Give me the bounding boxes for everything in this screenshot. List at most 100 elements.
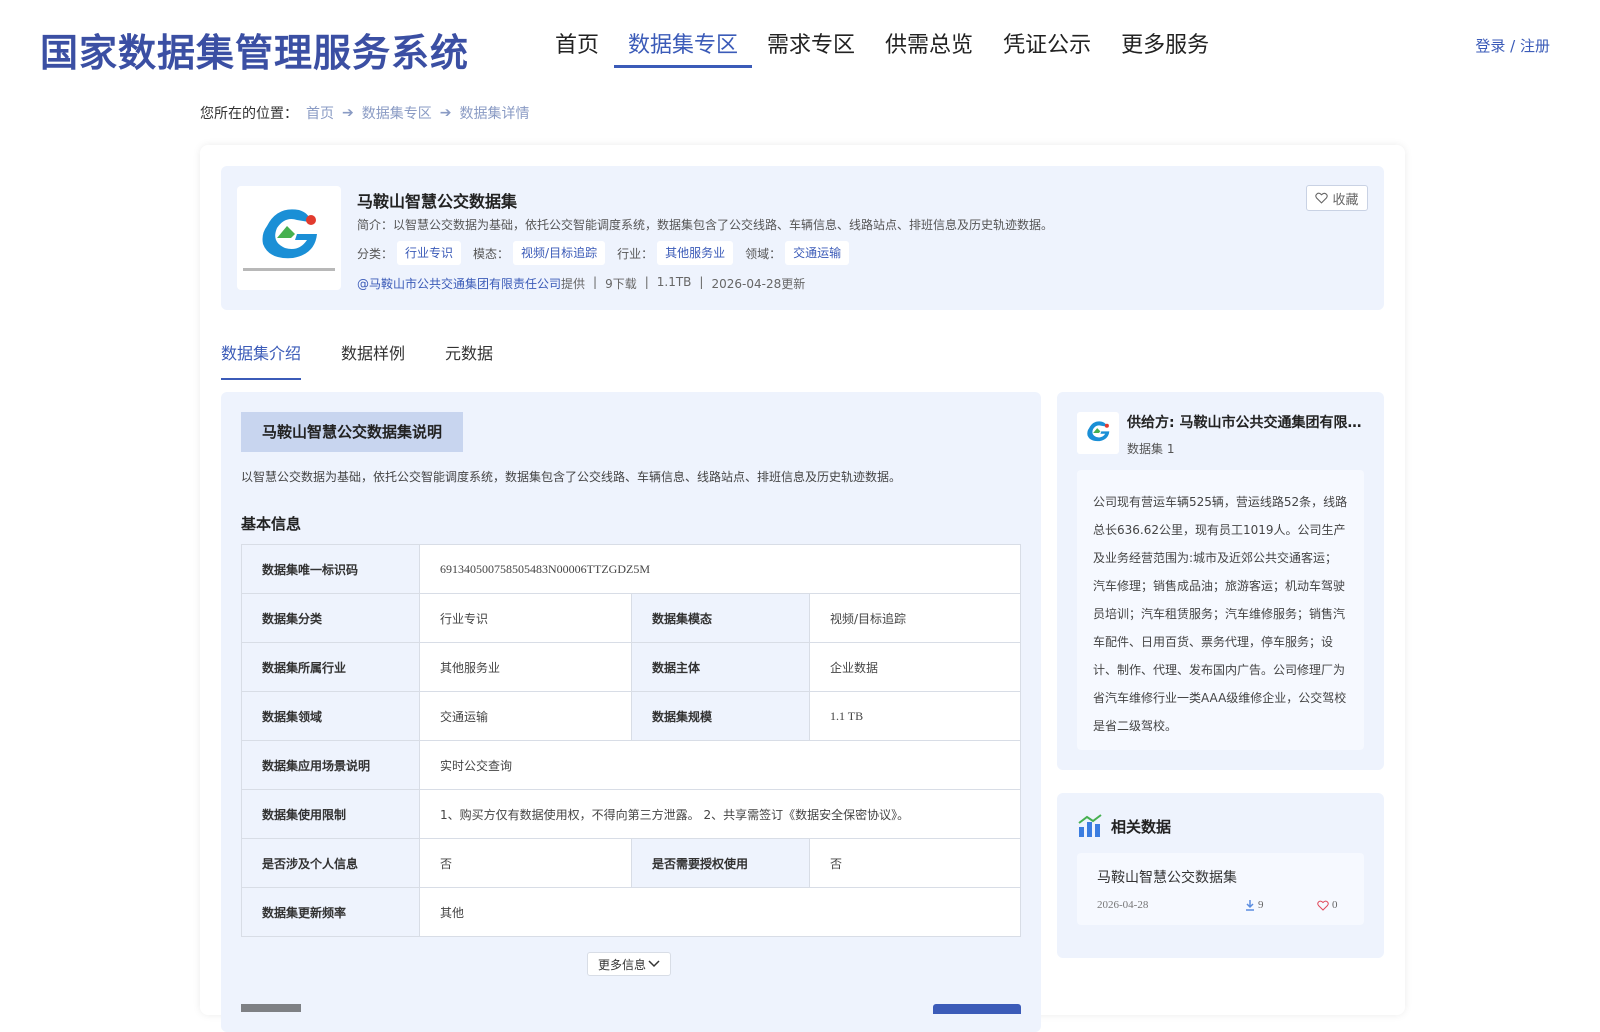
tag-domain[interactable]: 交通运输 [785, 241, 850, 265]
favorite-button[interactable]: 收藏 [1306, 185, 1368, 211]
table-key: 数据集唯一标识码 [241, 544, 420, 594]
nav-certificates[interactable]: 凭证公示 [988, 28, 1106, 68]
site-header: 国家数据集管理服务系统 首页 数据集专区 需求专区 供需总览 凭证公示 更多服务… [0, 0, 1600, 92]
table-row: 数据集应用场景说明 实时公交查询 [241, 740, 1021, 790]
table-row: 数据集所属行业 其他服务业 数据主体 企业数据 [241, 642, 1021, 692]
bus-company-logo-icon [243, 209, 335, 271]
chevron-down-icon [648, 960, 660, 968]
related-item-name[interactable]: 马鞍山智慧公交数据集 [1097, 867, 1237, 887]
table-row: 数据集唯一标识码 691340500758505483N00006TTZGDZ5… [241, 544, 1021, 594]
dataset-size: 1.1TB [656, 275, 692, 289]
table-row: 数据集更新频率 其他 [241, 887, 1021, 937]
arrow-right-icon: ➔ [342, 105, 354, 121]
intro-text: 以智慧公交数据为基础，依托公交智能调度系统，数据集包含了公交线路、车辆信息、线路… [241, 470, 902, 484]
table-key: 数据集领域 [241, 691, 420, 741]
download-count: 9 [1258, 899, 1264, 911]
provider-link[interactable]: @马鞍山市公共交通集团有限责任公司 [357, 277, 561, 291]
more-info-label: 更多信息 [597, 957, 646, 972]
provider-suffix: 提供 [561, 277, 586, 291]
table-value: 否 [419, 838, 632, 888]
arrow-right-icon: ➔ [439, 105, 452, 121]
site-title[interactable]: 国家数据集管理服务系统 [40, 22, 469, 77]
table-key: 数据集应用场景说明 [241, 740, 420, 790]
dataset-meta: @马鞍山市公共交通集团有限责任公司提供 | 9下载 | 1.1TB | 2026… [357, 275, 805, 292]
login-register-link[interactable]: 登录 / 注册 [1475, 35, 1550, 56]
provider-panel: 供给方: 马鞍山市公共交通集团有限责任公司 数据集 1 公司现有营运车辆525辆… [1057, 392, 1384, 770]
nav-demand-zone[interactable]: 需求专区 [752, 28, 870, 68]
table-key: 数据集更新频率 [241, 887, 420, 937]
tag-label-domain: 领域： [745, 246, 782, 261]
table-value: 企业数据 [809, 642, 1021, 692]
intro-panel: 马鞍山智慧公交数据集说明 以智慧公交数据为基础，依托公交智能调度系统，数据集包含… [221, 392, 1041, 1032]
partial-action-button[interactable] [933, 1004, 1021, 1014]
nav-dataset-zone[interactable]: 数据集专区 [614, 28, 753, 68]
related-item-date: 2026-04-28 [1097, 899, 1149, 911]
provider-avatar[interactable] [1077, 412, 1119, 454]
related-data-title: 相关数据 [1111, 818, 1172, 836]
table-row: 是否涉及个人信息 否 是否需要授权使用 否 [241, 838, 1021, 888]
tag-modality[interactable]: 视频/目标追踪 [513, 241, 606, 265]
basic-info-title: 基本信息 [241, 515, 302, 533]
tag-industry[interactable]: 其他服务业 [657, 241, 734, 265]
table-row: 数据集使用限制 1、购买方仅有数据使用权，不得向第三方泄露。 2、共享需签订《数… [241, 789, 1021, 839]
table-value: 1.1 TB [809, 691, 1021, 741]
meta-separator: | [699, 275, 704, 289]
breadcrumb-prefix: 您所在的位置： [200, 106, 298, 122]
bar-chart-icon [1078, 814, 1102, 837]
breadcrumb-dataset-zone[interactable]: 数据集专区 [362, 103, 432, 123]
next-section-heading-partial [241, 1004, 301, 1012]
tab-dataset-intro[interactable]: 数据集介绍 [221, 340, 302, 380]
basic-info-table: 数据集唯一标识码 691340500758505483N00006TTZGDZ5… [241, 544, 1021, 937]
main-nav: 首页 数据集专区 需求专区 供需总览 凭证公示 更多服务 [540, 28, 1224, 68]
table-value: 行业专识 [419, 593, 632, 643]
dataset-intro: 简介：以智慧公交数据为基础，依托公交智能调度系统，数据集包含了公交线路、车辆信息… [357, 218, 1054, 232]
tab-data-sample[interactable]: 数据样例 [341, 340, 405, 380]
tag-label-industry: 行业： [617, 246, 654, 261]
download-icon [1246, 899, 1254, 911]
table-key: 数据集使用限制 [241, 789, 420, 839]
provider-description: 公司现有营运车辆525辆，营运线路52条，线路总长636.62公里，现有员工10… [1077, 470, 1364, 750]
table-value: 交通运输 [419, 691, 632, 741]
nav-supply-overview[interactable]: 供需总览 [870, 28, 988, 68]
nav-home[interactable]: 首页 [540, 28, 614, 68]
table-key: 数据集分类 [241, 593, 420, 643]
provider-name[interactable]: 供给方: 马鞍山市公共交通集团有限责任公司 [1127, 412, 1367, 432]
meta-separator: | [644, 275, 649, 289]
provider-dataset-count: 数据集 1 [1127, 442, 1175, 456]
tag-category[interactable]: 行业专识 [397, 241, 462, 265]
table-key: 数据集规模 [631, 691, 810, 741]
dataset-header: 马鞍山智慧公交数据集 简介：以智慧公交数据为基础，依托公交智能调度系统，数据集包… [221, 166, 1384, 310]
updated-date: 2026-04-28更新 [711, 277, 806, 291]
tag-label-modality: 模态： [473, 246, 510, 261]
table-row: 数据集分类 行业专识 数据集模态 视频/目标追踪 [241, 593, 1021, 643]
intro-section-title: 马鞍山智慧公交数据集说明 [241, 412, 463, 452]
meta-separator: | [593, 275, 598, 289]
table-value: 1、购买方仅有数据使用权，不得向第三方泄露。 2、共享需签订《数据安全保密协议》… [419, 789, 1021, 839]
related-data-panel: 相关数据 马鞍山智慧公交数据集 2026-04-28 9 0 [1057, 793, 1384, 958]
bus-company-logo-icon [1087, 421, 1110, 442]
table-value: 其他服务业 [419, 642, 632, 692]
table-key: 数据主体 [631, 642, 810, 692]
main-card: 马鞍山智慧公交数据集 简介：以智慧公交数据为基础，依托公交智能调度系统，数据集包… [200, 145, 1405, 1032]
list-item[interactable]: 马鞍山智慧公交数据集 2026-04-28 9 0 [1077, 853, 1364, 925]
like-count: 0 [1332, 899, 1338, 911]
provider-logo [237, 186, 341, 290]
related-item-likes[interactable]: 0 [1317, 899, 1338, 911]
more-info-button[interactable]: 更多信息 [587, 952, 671, 976]
table-key: 数据集所属行业 [241, 642, 420, 692]
breadcrumb-home[interactable]: 首页 [306, 103, 334, 123]
related-item-downloads: 9 [1245, 899, 1264, 911]
table-key: 是否涉及个人信息 [241, 838, 420, 888]
breadcrumb: 您所在的位置： 首页 ➔ 数据集专区 ➔ 数据集详情 [200, 103, 529, 123]
favorite-label: 收藏 [1332, 192, 1359, 208]
table-value: 691340500758505483N00006TTZGDZ5M [419, 544, 1021, 594]
table-value: 视频/目标追踪 [809, 593, 1021, 643]
heart-icon [1317, 900, 1329, 911]
table-value: 其他 [419, 887, 1021, 937]
nav-more-services[interactable]: 更多服务 [1106, 28, 1224, 68]
tab-metadata[interactable]: 元数据 [445, 340, 493, 380]
heart-icon [1315, 192, 1329, 204]
content-tabs: 数据集介绍 数据样例 元数据 [221, 340, 493, 380]
dataset-tags: 分类： 行业专识 模态： 视频/目标追踪 行业： 其他服务业 领域： 交通运输 [357, 241, 861, 265]
tag-label-category: 分类： [357, 246, 394, 261]
